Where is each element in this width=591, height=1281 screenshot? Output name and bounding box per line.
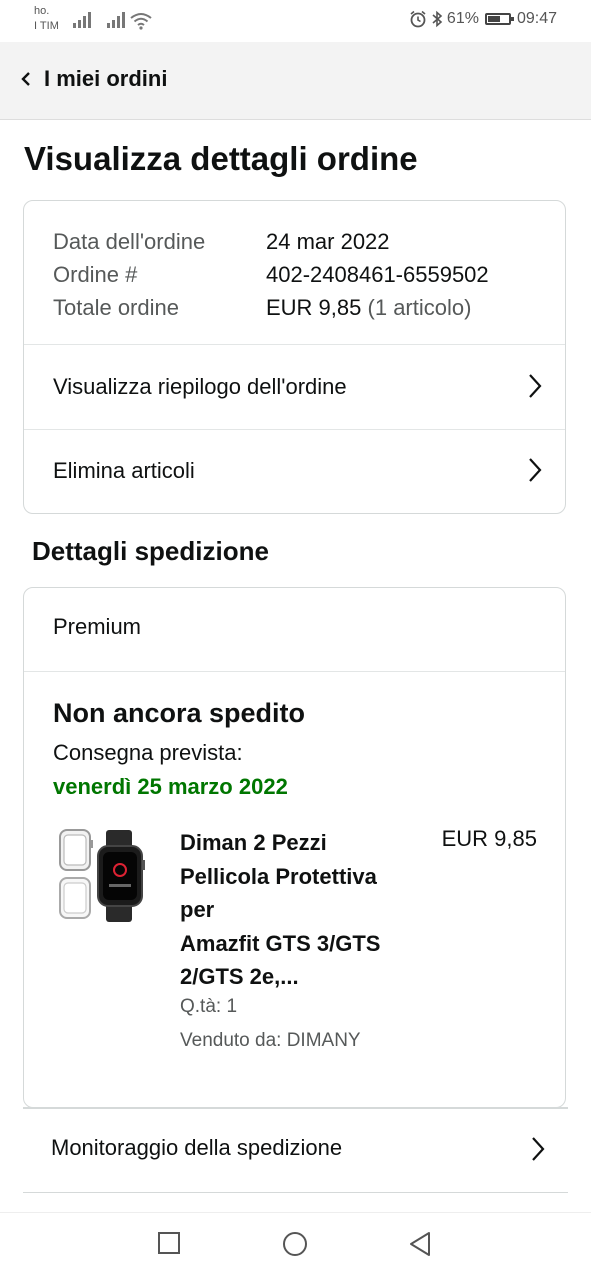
delete-items-label: Elimina articoli (53, 458, 195, 483)
order-date-row: Data dell'ordine 24 mar 2022 (53, 225, 489, 258)
clock: 09:47 (516, 10, 557, 27)
product-seller: Venduto da: DIMANY (180, 1030, 361, 1051)
delivery-date: venerdì 25 marzo 2022 (53, 774, 288, 799)
shipping-card: Premium Non ancora spedito Consegna prev… (23, 587, 566, 1108)
product-title-line: 2/GTS 2e,... (180, 964, 299, 989)
signal-icon (73, 12, 91, 28)
product-title[interactable]: Diman 2 Pezzi Pellicola Protettiva per A… (180, 826, 415, 994)
chevron-right-icon (529, 374, 542, 398)
delivery-label: Consegna prevista: (53, 740, 243, 765)
bluetooth-icon (432, 10, 443, 28)
order-summary-link[interactable]: Visualizza riepilogo dell'ordine (24, 345, 565, 429)
product-quantity: Q.tà: 1 (180, 996, 238, 1017)
order-info-card: Data dell'ordine 24 mar 2022 Ordine # 40… (23, 200, 566, 514)
recent-apps-icon[interactable] (157, 1231, 181, 1255)
order-total-row: Totale ordine EUR 9,85 (1 articolo) (53, 291, 489, 324)
home-icon[interactable] (282, 1231, 308, 1257)
order-date-value: 24 mar 2022 (266, 229, 390, 254)
battery-percent: 61% (446, 10, 479, 27)
signal-icon (107, 12, 125, 28)
carrier-label: ho. I TIM (34, 4, 59, 34)
status-bar: ho. I TIM 61% 09:47 (0, 0, 591, 42)
system-nav-bar (0, 1212, 591, 1281)
wifi-icon (130, 13, 152, 30)
battery-icon (484, 13, 514, 25)
order-total-value: EUR 9,85 (266, 295, 362, 320)
order-summary-label: Visualizza riepilogo dell'ordine (53, 374, 347, 399)
order-date-label: Data dell'ordine (53, 229, 206, 254)
order-total-label: Totale ordine (53, 295, 179, 320)
chevron-right-icon (529, 458, 542, 482)
product-title-line: Amazfit GTS 3/GTS (180, 930, 381, 956)
delete-items-link[interactable]: Elimina articoli (24, 429, 565, 513)
top-nav-bar: I miei ordini (0, 42, 591, 120)
order-number-row: Ordine # 402-2408461-6559502 (53, 258, 489, 291)
shipping-service: Premium (53, 614, 142, 639)
order-info: Data dell'ordine 24 mar 2022 Ordine # 40… (53, 225, 489, 324)
order-total: EUR 9,85 (1 articolo) (266, 291, 471, 324)
alarm-icon (410, 10, 426, 28)
back-nav-icon[interactable] (408, 1231, 432, 1257)
carrier-line-2: I TIM (34, 20, 59, 32)
shipping-section-title: Dettagli spedizione (32, 536, 269, 566)
status-right: 61% 09:47 (409, 10, 557, 28)
tracking-label: Monitoraggio della spedizione (51, 1135, 343, 1160)
chevron-right-icon (532, 1137, 545, 1161)
order-number-label: Ordine # (53, 262, 138, 287)
chevron-left-icon (21, 72, 30, 86)
divider (23, 1192, 568, 1193)
shipping-status: Non ancora spedito (53, 698, 306, 728)
product-title-line: Diman 2 Pezzi (180, 830, 327, 855)
product-price: EUR 9,85 (441, 826, 537, 851)
product-image[interactable] (54, 826, 154, 926)
tracking-link[interactable]: Monitoraggio della spedizione (0, 1108, 591, 1192)
order-total-items: (1 articolo) (367, 295, 472, 320)
back-button[interactable]: I miei ordini (20, 66, 167, 92)
product-title-line: Pellicola Protettiva (180, 863, 377, 889)
divider (24, 671, 565, 672)
carrier-line-1: ho. (34, 5, 50, 17)
back-label: I miei ordini (44, 66, 168, 91)
order-number-value: 402-2408461-6559502 (266, 262, 489, 287)
page-title: Visualizza dettagli ordine (24, 140, 418, 177)
product-title-line: per (180, 897, 215, 922)
